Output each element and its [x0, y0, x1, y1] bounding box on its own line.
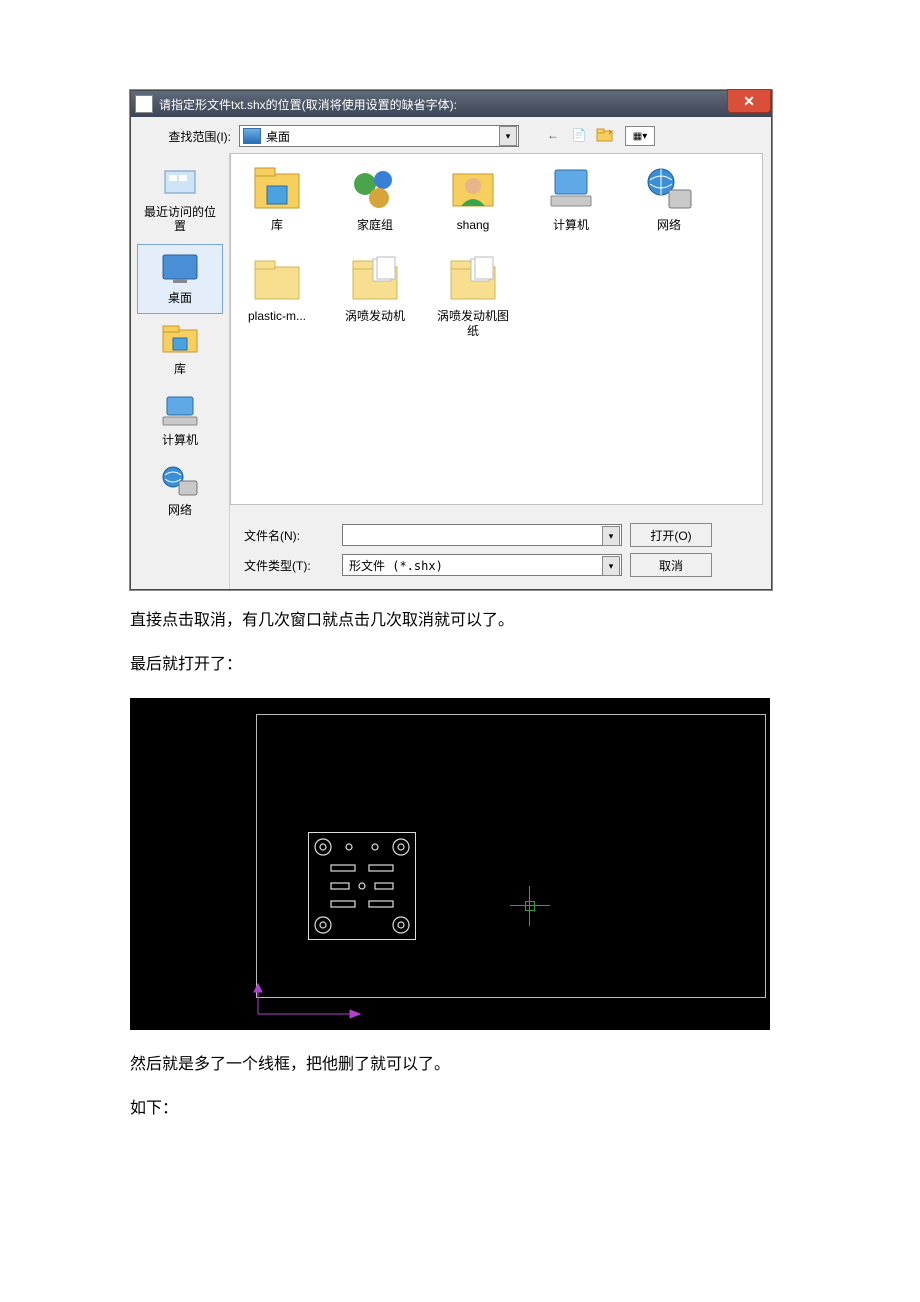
- homegroup-icon: [349, 164, 401, 214]
- place-desktop[interactable]: 桌面: [137, 244, 223, 314]
- file-label: shang: [457, 218, 490, 233]
- filename-combo[interactable]: ▾: [342, 524, 622, 546]
- toolbar-nav: ← 📄 ▦▾: [543, 126, 655, 146]
- app-icon: ◧: [135, 95, 153, 113]
- up-icon[interactable]: 📄: [569, 126, 589, 144]
- back-icon[interactable]: ←: [543, 126, 563, 144]
- file-label: 库: [271, 218, 283, 233]
- file-list[interactable]: 库 家庭组: [230, 153, 763, 505]
- file-item-folder-drawings[interactable]: 涡喷发动机图纸: [437, 255, 509, 339]
- dialog-title: 请指定形文件txt.shx的位置(取消将使用设置的缺省字体):: [159, 96, 457, 113]
- lookin-input[interactable]: [239, 125, 519, 147]
- filetype-input[interactable]: [342, 554, 622, 576]
- network-icon: [159, 463, 201, 499]
- titlebar: ◧ 请指定形文件txt.shx的位置(取消将使用设置的缺省字体): ✕: [131, 91, 771, 117]
- place-label: 桌面: [168, 291, 192, 305]
- folder-icon: [251, 255, 303, 305]
- file-item-user[interactable]: shang: [437, 164, 509, 233]
- file-item-folder-engine[interactable]: 涡喷发动机: [339, 255, 411, 339]
- paragraph: 如下：: [130, 1094, 790, 1118]
- places-bar: 最近访问的位置 桌面 库: [131, 153, 230, 589]
- cad-screenshot: [130, 698, 770, 1030]
- computer-icon: [545, 164, 597, 214]
- file-label: 涡喷发动机图纸: [437, 309, 509, 339]
- place-network[interactable]: 网络: [137, 457, 223, 525]
- chevron-down-icon[interactable]: ▾: [602, 556, 620, 576]
- new-folder-icon[interactable]: [595, 126, 615, 144]
- filetype-label: 文件类型(T):: [240, 557, 334, 574]
- file-item-libraries[interactable]: 库: [241, 164, 313, 233]
- lookin-combo[interactable]: ▾: [239, 125, 519, 147]
- folder-docs-icon: [447, 255, 499, 305]
- libraries-icon: [159, 322, 201, 358]
- file-open-dialog: ◧ 请指定形文件txt.shx的位置(取消将使用设置的缺省字体): ✕ 查找范围…: [130, 90, 772, 590]
- open-button[interactable]: 打开(O): [630, 523, 712, 547]
- place-label: 库: [174, 362, 186, 376]
- place-label: 最近访问的位置: [139, 205, 221, 234]
- views-menu[interactable]: ▦▾: [625, 126, 655, 146]
- chevron-down-icon[interactable]: ▾: [602, 526, 620, 546]
- filename-label: 文件名(N):: [240, 527, 334, 544]
- user-icon: [447, 164, 499, 214]
- folder-docs-icon: [349, 255, 401, 305]
- place-recent[interactable]: 最近访问的位置: [137, 159, 223, 242]
- place-libraries[interactable]: 库: [137, 316, 223, 384]
- file-label: 涡喷发动机: [345, 309, 405, 324]
- file-label: 网络: [657, 218, 681, 233]
- close-button[interactable]: ✕: [727, 89, 771, 113]
- file-label: 计算机: [553, 218, 589, 233]
- cancel-button[interactable]: 取消: [630, 553, 712, 577]
- desktop-icon: [243, 128, 261, 144]
- desktop-icon: [159, 251, 201, 287]
- filetype-combo[interactable]: ▾: [342, 554, 622, 576]
- libraries-icon: [251, 164, 303, 214]
- lookin-label: 查找范围(I):: [141, 128, 231, 145]
- computer-icon: [159, 393, 201, 429]
- file-item-computer[interactable]: 计算机: [535, 164, 607, 233]
- chevron-down-icon[interactable]: ▾: [499, 126, 517, 146]
- network-icon: [643, 164, 695, 214]
- place-computer[interactable]: 计算机: [137, 387, 223, 455]
- paragraph: 直接点击取消，有几次窗口就点击几次取消就可以了。: [130, 606, 790, 630]
- file-label: 家庭组: [357, 218, 393, 233]
- filename-input[interactable]: [342, 524, 622, 546]
- cad-crosshair-cursor: [510, 886, 550, 926]
- file-label: plastic-m...: [248, 309, 306, 324]
- cad-part: [308, 832, 416, 940]
- file-item-homegroup[interactable]: 家庭组: [339, 164, 411, 233]
- recent-icon: [159, 165, 201, 201]
- place-label: 计算机: [162, 433, 198, 447]
- place-label: 网络: [168, 503, 192, 517]
- file-item-folder-plastic[interactable]: plastic-m...: [241, 255, 313, 339]
- file-item-network[interactable]: 网络: [633, 164, 705, 233]
- paragraph: 最后就打开了：: [130, 650, 790, 674]
- paragraph: 然后就是多了一个线框，把他删了就可以了。: [130, 1050, 790, 1074]
- ucs-icon: [256, 984, 366, 1014]
- close-icon: ✕: [743, 93, 755, 110]
